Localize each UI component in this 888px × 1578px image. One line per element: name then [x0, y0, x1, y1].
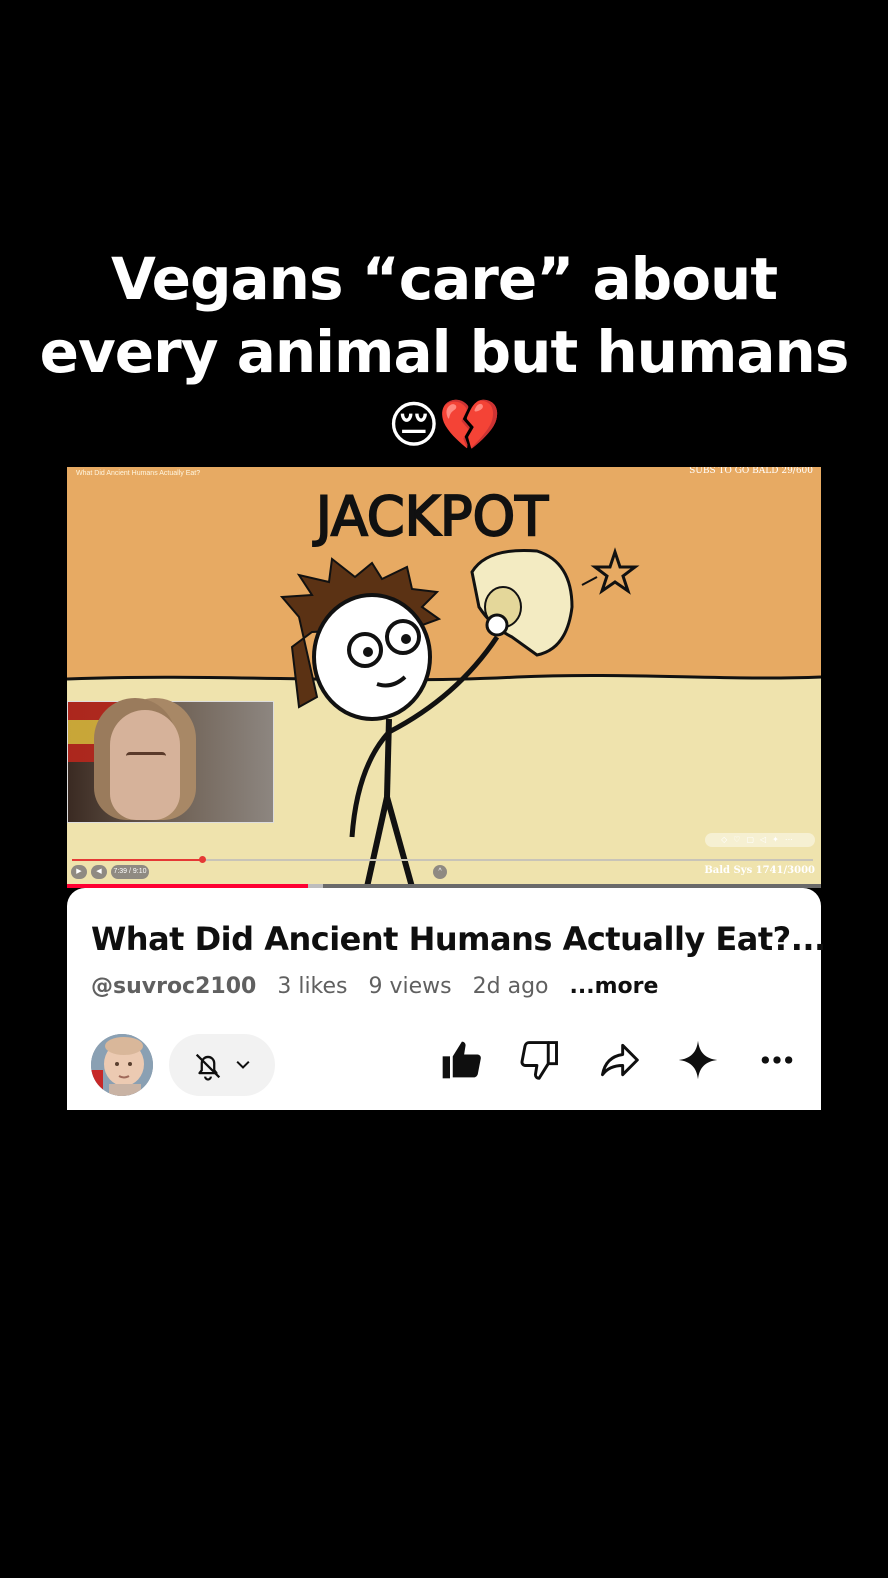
video-title[interactable]: What Did Ancient Humans Actually Eat?...: [91, 920, 826, 958]
chevron-down-icon: [236, 1060, 250, 1069]
inner-player-controls: ◇♡▢◁✦⋯ ▶ ◀ 7:39 / 9:10 ^ Bald Sys 1741/3…: [67, 833, 821, 887]
streamer-eyes: [126, 752, 166, 761]
channel-avatar[interactable]: [91, 1034, 153, 1096]
webcam-overlay: [67, 701, 274, 823]
bell-off-icon: [195, 1053, 221, 1081]
video-caption: Vegans “care” about every animal but hum…: [0, 243, 888, 462]
more-horizontal-icon[interactable]: [757, 1038, 797, 1082]
video-overlay-title: What Did Ancient Humans Actually Eat?: [76, 470, 201, 477]
inner-time-display: 7:39 / 9:10: [111, 865, 149, 879]
streamer-face: [110, 710, 180, 820]
inner-seek-fill: [72, 859, 202, 861]
embedded-video-frame[interactable]: JACKPOT What Did Ancient Humans Actually…: [67, 467, 821, 887]
video-info-card: What Did Ancient Humans Actually Eat?...…: [67, 888, 826, 1110]
view-count: 9 views: [368, 974, 452, 999]
more-link[interactable]: ...more: [570, 974, 659, 999]
inner-actions-pill: ◇♡▢◁✦⋯: [705, 833, 815, 847]
inner-volume-icon: ◀: [91, 865, 107, 879]
thumbs-down-icon[interactable]: [518, 1038, 562, 1082]
caption-line-2: every animal but humans: [39, 318, 850, 386]
share-icon[interactable]: [597, 1038, 641, 1082]
caption-line-1: Vegans “care” about: [110, 245, 778, 313]
like-count: 3 likes: [277, 974, 348, 999]
jackpot-text: JACKPOT: [313, 485, 549, 548]
avatar-image: [91, 1034, 153, 1096]
subs-goal-label: SUBS TO GO BALD 29/600: [689, 467, 813, 476]
notification-bell-button[interactable]: [169, 1034, 275, 1096]
sub-counter: Bald Sys 1741/3000: [704, 865, 815, 876]
inner-play-icon: ▶: [71, 865, 87, 879]
channel-handle[interactable]: @suvroc2100: [91, 974, 256, 999]
inner-seek-dot: [199, 856, 206, 863]
sparkle-icon[interactable]: [676, 1038, 720, 1082]
thumbs-up-icon[interactable]: [439, 1038, 483, 1082]
caption-emoji: 😔💔: [387, 396, 501, 454]
inner-up-icon: ^: [433, 865, 447, 879]
video-meta: @suvroc2100 3 likes 9 views 2d ago ...mo…: [91, 974, 672, 999]
upload-age: 2d ago: [472, 974, 549, 999]
cartoon-scene: JACKPOT: [67, 484, 821, 887]
